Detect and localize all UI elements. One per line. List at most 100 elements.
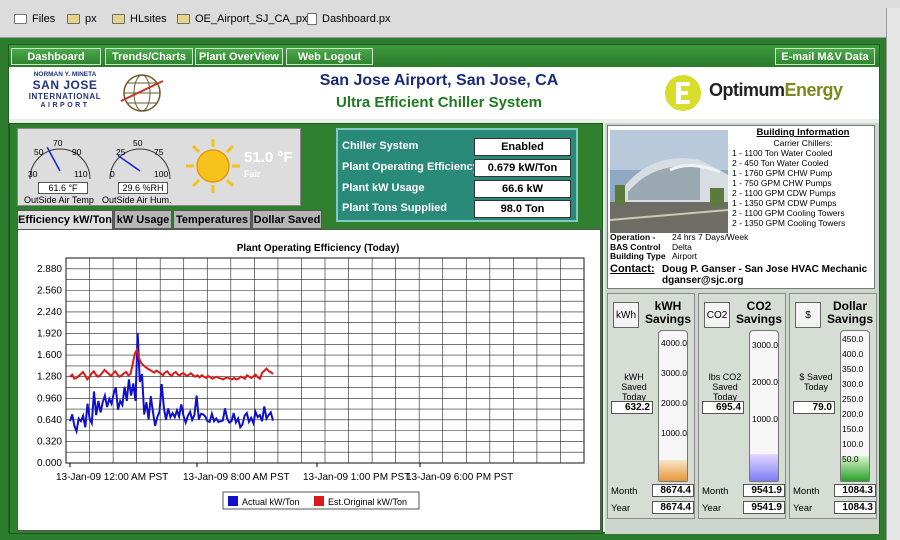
y-tick-label: 2.880	[37, 264, 62, 275]
status-value: 0.679 kW/Ton	[474, 159, 571, 177]
brand-optimum: Optimum	[709, 80, 785, 100]
tab-dashboard-px[interactable]: Dashboard.px	[307, 11, 391, 27]
y-tick-label: 1.600	[37, 350, 62, 361]
gauge-tick: 30	[28, 169, 38, 179]
legend-label: Actual kW/Ton	[242, 497, 300, 507]
gauge-tick: 50	[34, 147, 44, 157]
scale-tick: 150.0	[842, 424, 864, 434]
scale-tick: 1000.0	[752, 414, 778, 424]
airport-terminal-photo	[610, 130, 728, 233]
legend-label: Est.Original kW/Ton	[328, 497, 407, 507]
globe-emblem-icon	[120, 74, 164, 112]
email-mv-data-button[interactable]: E-mail M&V Data	[775, 48, 875, 65]
y-tick-label: 1.920	[37, 329, 62, 340]
x-tick-label: 13-Jan-09 6:00 PM PST	[406, 472, 513, 483]
ops-value: Delta	[672, 241, 692, 252]
status-label: Plant Tons Supplied	[342, 202, 447, 214]
outside-air-temp-label: OutSide Air Temp	[24, 195, 94, 205]
scale-tick: 3000.0	[661, 368, 687, 378]
scale-tick: 2000.0	[752, 377, 778, 387]
scale-tick: 400.0	[842, 349, 864, 359]
saved-today-value: 695.4	[702, 401, 744, 414]
gauge-tick: 0	[110, 169, 115, 179]
building-type-row: Building Type Airport	[610, 251, 748, 262]
document-icon	[307, 13, 317, 25]
plant-overview-button[interactable]: Plant OverView	[195, 48, 283, 65]
scale-tick: 2000.0	[661, 398, 687, 408]
saved-today-label: lbs CO2 Saved Today	[708, 372, 742, 402]
contact-label: Contact:	[610, 263, 655, 275]
tab-kw-usage[interactable]: kW Usage	[114, 210, 172, 229]
building-info-title: Building Information	[756, 127, 850, 138]
brand-energy: Energy	[784, 80, 844, 100]
tab-oe-airport[interactable]: OE_Airport_SJ_CA_px	[177, 11, 308, 27]
outside-air-temp-reading: 61.6 °F	[38, 182, 88, 194]
gauge-tick: 75	[154, 147, 164, 157]
saved-today-label: $ Saved Today	[799, 372, 833, 392]
optimum-energy-wordmark: OptimumEnergy	[709, 80, 843, 101]
scale-tick: 300.0	[842, 379, 864, 389]
year-label: Year	[702, 503, 722, 514]
equipment-line: 1 - 1350 GPM CDW Pumps	[732, 198, 837, 208]
year-label: Year	[611, 503, 631, 514]
page-title: San Jose Airport, San Jose, CA	[319, 72, 559, 89]
trends-charts-button[interactable]: Trends/Charts	[105, 48, 193, 65]
tab-dollar-saved[interactable]: Dollar Saved	[252, 210, 322, 229]
weather-condition: Fair	[244, 169, 261, 179]
contact-email[interactable]: dganser@sjc.org	[662, 275, 743, 286]
savings-thermometer	[749, 330, 779, 482]
kwh-savings-panel: kWh kWH Savings kWH Saved Today 632.2 4000.0…	[607, 293, 695, 519]
logo-line1: NORMAN Y. MINETA	[33, 71, 97, 78]
x-tick-label: 13-Jan-09 8:00 AM PST	[183, 472, 290, 483]
equipment-line: 1 - 1760 GPM CHW Pump	[732, 168, 833, 178]
right-panel: Building Information Carrier Chillers: 1…	[605, 123, 879, 534]
scale-tick: 3000.0	[752, 340, 778, 350]
tab-efficiency[interactable]: Efficiency kW/Ton	[17, 210, 113, 230]
month-savings-value: 8674.4	[652, 484, 694, 497]
ops-value: 24 hrs 7 Days/Week	[672, 232, 749, 242]
dollar-savings-panel: $ Dollar Savings $ Saved Today 79.0 450.0 400…	[789, 293, 877, 519]
building-info-panel: Building Information Carrier Chillers: 1…	[607, 125, 875, 289]
oe-logo-mark-icon	[665, 75, 701, 111]
tab-files[interactable]: Files	[14, 11, 55, 27]
tab-temperatures[interactable]: Temperatures	[173, 210, 251, 229]
month-label: Month	[793, 486, 820, 497]
scale-tick: 100.0	[842, 439, 864, 449]
nav-strip: Dashboard Trends/Charts Plant OverView W…	[9, 45, 879, 67]
x-tick-label: 13-Jan-09 1:00 PM PST	[303, 472, 410, 483]
scale-tick: 1000.0	[661, 428, 687, 438]
ops-label: Building Type	[610, 251, 666, 261]
month-label: Month	[611, 486, 638, 497]
chart-title: Plant Operating Efficiency (Today)	[237, 243, 400, 254]
tab-px[interactable]: px	[67, 11, 97, 27]
co2-icon: CO2	[704, 302, 730, 328]
status-row: Chiller System Enabled	[342, 138, 574, 156]
tab-label: Files	[32, 13, 56, 25]
logo-line4: AIRPORT	[40, 102, 90, 109]
dashboard-button[interactable]: Dashboard	[11, 48, 101, 65]
tab-label: Dashboard.px	[322, 13, 391, 25]
savings-title: Dollar Savings	[826, 299, 874, 326]
legend-swatch	[228, 496, 238, 506]
co2-savings-panel: CO2 CO2 Savings lbs CO2 Saved Today 695.4 30…	[698, 293, 786, 519]
year-label: Year	[793, 503, 813, 514]
chiller-status-panel: Chiller System Enabled Plant Operating Ef…	[336, 128, 578, 222]
status-value: 98.0 Ton	[474, 200, 571, 218]
operation-info: Operation -24 hrs 7 Days/Week BAS Contro…	[610, 232, 749, 262]
tab-hlsites[interactable]: HLsites	[112, 11, 167, 27]
gauge-tick: 50	[133, 138, 143, 148]
kwh-icon: kWh	[613, 302, 639, 328]
outside-air-humidity-label: OutSide Air Hum.	[102, 195, 172, 205]
status-label: Plant Operating Efficiency	[342, 161, 479, 173]
month-savings-value: 9541.9	[743, 484, 785, 497]
year-savings-value: 8674.4	[652, 501, 694, 514]
gauge-tick: 90	[72, 147, 82, 157]
logo-line3: INTERNATIONAL	[28, 92, 102, 101]
scale-tick: 250.0	[842, 394, 864, 404]
web-logout-button[interactable]: Web Logout	[286, 48, 373, 65]
file-tab-bar: Files px HLsites OE_Airport_SJ_CA_px Das…	[0, 0, 900, 38]
y-tick-label: 1.280	[37, 372, 62, 383]
gauge-tick: 110	[74, 169, 88, 179]
gauge-tick: 25	[116, 147, 126, 157]
vertical-scrollbar[interactable]	[886, 8, 900, 540]
